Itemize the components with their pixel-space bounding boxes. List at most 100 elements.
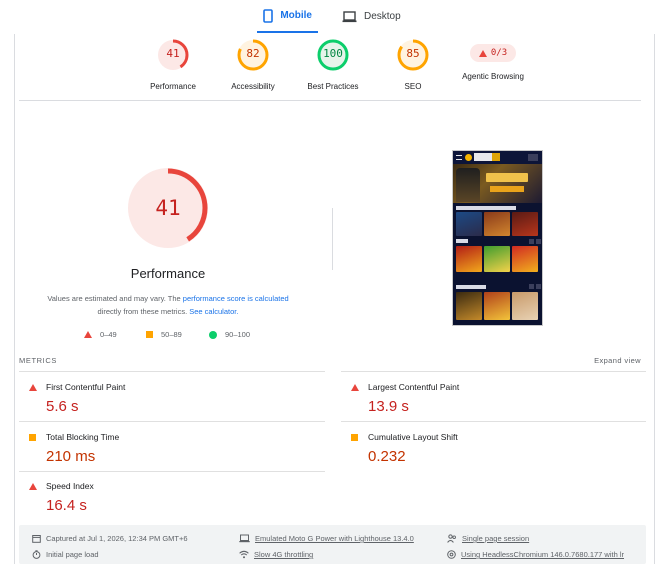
- average-square-icon: [146, 331, 153, 338]
- laptop-icon: [239, 534, 250, 543]
- metric-label: Total Blocking Time: [46, 432, 120, 442]
- people-icon: [447, 534, 456, 543]
- metric-value: 0.232: [368, 448, 406, 465]
- thumb-tile: [512, 246, 538, 272]
- device-link[interactable]: Emulated Moto G Power with Lighthouse 13…: [255, 534, 414, 543]
- note-text: Values are estimated and may vary. The: [47, 294, 183, 303]
- thumb-arrow: [536, 239, 541, 244]
- tab-mobile-label: Mobile: [280, 10, 312, 21]
- session-type: Single page session: [447, 534, 529, 543]
- legend-pass: 90–100: [209, 330, 250, 339]
- thumb-arrow: [529, 284, 534, 289]
- browser-info: Using HeadlessChromium 146.0.7680.177 wi…: [447, 550, 624, 559]
- metric-speed-index: Speed Index 16.4 s: [19, 473, 299, 521]
- performance-gauge: 41: [124, 166, 212, 254]
- hamburger-icon: [456, 155, 462, 160]
- see-calculator-link[interactable]: See calculator.: [189, 307, 238, 316]
- average-square-icon: [351, 434, 358, 441]
- metric-label: Cumulative Layout Shift: [368, 432, 458, 442]
- metric-label: Speed Index: [46, 481, 94, 491]
- thumb-section-title: [456, 239, 468, 243]
- browser-link[interactable]: Using HeadlessChromium 146.0.7680.177 wi…: [461, 550, 624, 559]
- thumb-tile: [484, 292, 510, 320]
- metrics-header: METRICS: [19, 356, 57, 365]
- legend-range: 50–89: [161, 330, 182, 339]
- run-info-panel: Captured at Jul 1, 2026, 12:34 PM GMT+6 …: [19, 525, 646, 564]
- metric-label: First Contentful Paint: [46, 382, 126, 392]
- average-square-icon: [29, 434, 36, 441]
- expand-view-toggle[interactable]: Expand view: [594, 356, 641, 365]
- score-calculated-link[interactable]: performance score is calculated: [183, 294, 289, 303]
- score-legend: 0–49 50–89 90–100: [84, 330, 264, 342]
- pass-circle-icon: [209, 330, 217, 339]
- thumb-arrow: [529, 239, 534, 244]
- metric-label: Largest Contentful Paint: [368, 382, 460, 392]
- thumb-tile: [456, 246, 482, 272]
- thumb-prize-text: [486, 173, 528, 182]
- fail-triangle-icon: [29, 483, 37, 490]
- performance-note: Values are estimated and may vary. The p…: [32, 292, 304, 318]
- gauge-label: SEO: [404, 82, 422, 91]
- performance-title: Performance: [130, 266, 206, 281]
- thumb-section-title: [456, 285, 486, 289]
- warning-triangle-icon: [478, 49, 487, 57]
- thumb-figure: [456, 168, 480, 202]
- tab-mobile[interactable]: Mobile: [257, 0, 318, 33]
- metric-total-blocking-time: Total Blocking Time 210 ms: [19, 424, 299, 472]
- metric-divider: [341, 371, 646, 372]
- timer-icon: [32, 550, 41, 559]
- logo-mark: [465, 154, 472, 161]
- thumb-tile: [484, 212, 510, 236]
- thumb-hero-banner: [453, 164, 542, 203]
- legend-range: 0–49: [100, 330, 117, 339]
- calendar-icon: [32, 535, 41, 543]
- chrome-icon: [447, 550, 456, 559]
- performance-score: 41: [155, 196, 181, 220]
- device-tabs: Mobile Desktop: [0, 0, 664, 34]
- laptop-icon: [342, 10, 357, 22]
- phone-icon: [263, 8, 274, 23]
- gauge-agentic-browsing[interactable]: 0/3 Agentic Browsing: [443, 38, 543, 81]
- vertical-divider: [332, 208, 333, 270]
- thumb-cta: [490, 186, 524, 192]
- agentic-score: 0/3: [490, 48, 508, 58]
- page-screenshot-thumbnail[interactable]: [452, 150, 543, 326]
- session-link[interactable]: Single page session: [462, 534, 529, 543]
- legend-range: 90–100: [225, 330, 251, 339]
- thumb-button: [528, 154, 538, 161]
- network-throttling: Slow 4G throttling: [239, 550, 313, 559]
- throttling-link[interactable]: Slow 4G throttling: [254, 550, 313, 559]
- metric-divider: [19, 371, 325, 372]
- fail-triangle-icon: [351, 384, 359, 391]
- tab-desktop[interactable]: Desktop: [336, 0, 407, 33]
- divider: [19, 100, 641, 101]
- legend-average: 50–89: [146, 330, 182, 339]
- thumb-tile: [512, 212, 538, 236]
- metric-value: 16.4 s: [46, 497, 87, 514]
- tab-desktop-label: Desktop: [363, 11, 401, 22]
- metric-value: 5.6 s: [46, 398, 79, 415]
- thumb-arrow: [536, 284, 541, 289]
- fail-triangle-icon: [84, 331, 92, 338]
- category-gauges: 41 Performance 82 Accessibility 100 Best…: [0, 38, 664, 100]
- metric-first-contentful-paint: First Contentful Paint 5.6 s: [19, 374, 299, 422]
- thumb-tile: [484, 246, 510, 272]
- emulated-device: Emulated Moto G Power with Lighthouse 13…: [239, 534, 414, 543]
- wifi-icon: [239, 550, 249, 559]
- captured-at: Captured at Jul 1, 2026, 12:34 PM GMT+6: [32, 534, 188, 543]
- legend-fail: 0–49: [84, 330, 117, 339]
- gauge-label: Agentic Browsing: [462, 72, 524, 81]
- thumb-header: [453, 151, 542, 164]
- metric-largest-contentful-paint: Largest Contentful Paint 13.9 s: [341, 374, 621, 422]
- fail-triangle-icon: [29, 384, 37, 391]
- thumb-tile: [512, 292, 538, 320]
- initial-page-load: Initial page load: [32, 550, 99, 559]
- agentic-pill: 0/3: [469, 44, 517, 62]
- initial-text: Initial page load: [46, 550, 99, 559]
- captured-text: Captured at Jul 1, 2026, 12:34 PM GMT+6: [46, 534, 188, 543]
- metric-value: 13.9 s: [368, 398, 409, 415]
- note-text: directly from these metrics.: [97, 307, 190, 316]
- thumb-section-title: [456, 206, 516, 210]
- logo-wordmark: [474, 153, 500, 161]
- metric-value: 210 ms: [46, 448, 96, 465]
